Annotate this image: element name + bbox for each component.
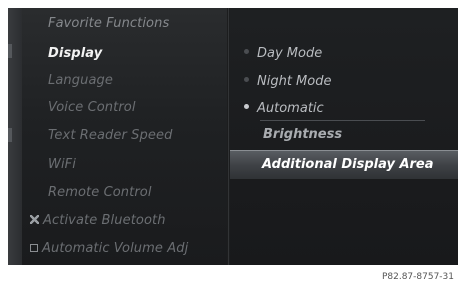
menu-item-remote-control[interactable]: Remote Control (48, 185, 152, 200)
menu-item-language[interactable]: Language (48, 73, 113, 88)
option-night-mode[interactable]: Night Mode (244, 74, 331, 89)
option-brightness[interactable]: Brightness (263, 127, 342, 142)
menu-item-favorite-functions[interactable]: Favorite Functions (48, 16, 169, 31)
menu-item-wifi[interactable]: WiFi (48, 157, 76, 172)
radio-dot-icon (244, 49, 249, 54)
menu-item-display[interactable]: Display (48, 46, 102, 61)
menu-item-automatic-volume-adjustment[interactable]: Automatic Volume Adj (30, 241, 188, 256)
menu-item-label: Automatic Volume Adj (42, 241, 189, 256)
checkmark-icon (30, 215, 39, 224)
menu-item-text-reader-speed[interactable]: Text Reader Speed (48, 128, 172, 143)
separator-line (260, 120, 425, 121)
edge-notch (8, 128, 12, 142)
checkbox-icon (30, 243, 38, 252)
menu-item-voice-control[interactable]: Voice Control (48, 100, 136, 115)
option-automatic[interactable]: Automatic (244, 101, 324, 116)
settings-menu-panel: Favorite Functions Display Language Voic… (8, 8, 227, 265)
radio-dot-icon (244, 77, 249, 82)
edge-notch (8, 44, 12, 58)
panel-edge (8, 8, 22, 265)
figure-reference-code: P82.87-8757-31 (381, 272, 454, 282)
head-unit-screen: Favorite Functions Display Language Voic… (8, 8, 458, 265)
radio-dot-selected-icon (244, 104, 249, 109)
display-submenu-panel: Day Mode Night Mode Automatic Brightness… (230, 8, 458, 265)
option-label: Day Mode (257, 46, 323, 61)
option-label: Additional Display Area (262, 157, 434, 172)
option-day-mode[interactable]: Day Mode (244, 46, 322, 61)
menu-item-label: Activate Bluetooth (43, 213, 166, 228)
option-additional-display-area[interactable]: Additional Display Area (230, 150, 458, 180)
option-label: Automatic (257, 101, 324, 116)
menu-item-activate-bluetooth[interactable]: Activate Bluetooth (30, 213, 166, 228)
figure-frame: Favorite Functions Display Language Voic… (0, 0, 458, 289)
option-label: Night Mode (257, 74, 332, 89)
